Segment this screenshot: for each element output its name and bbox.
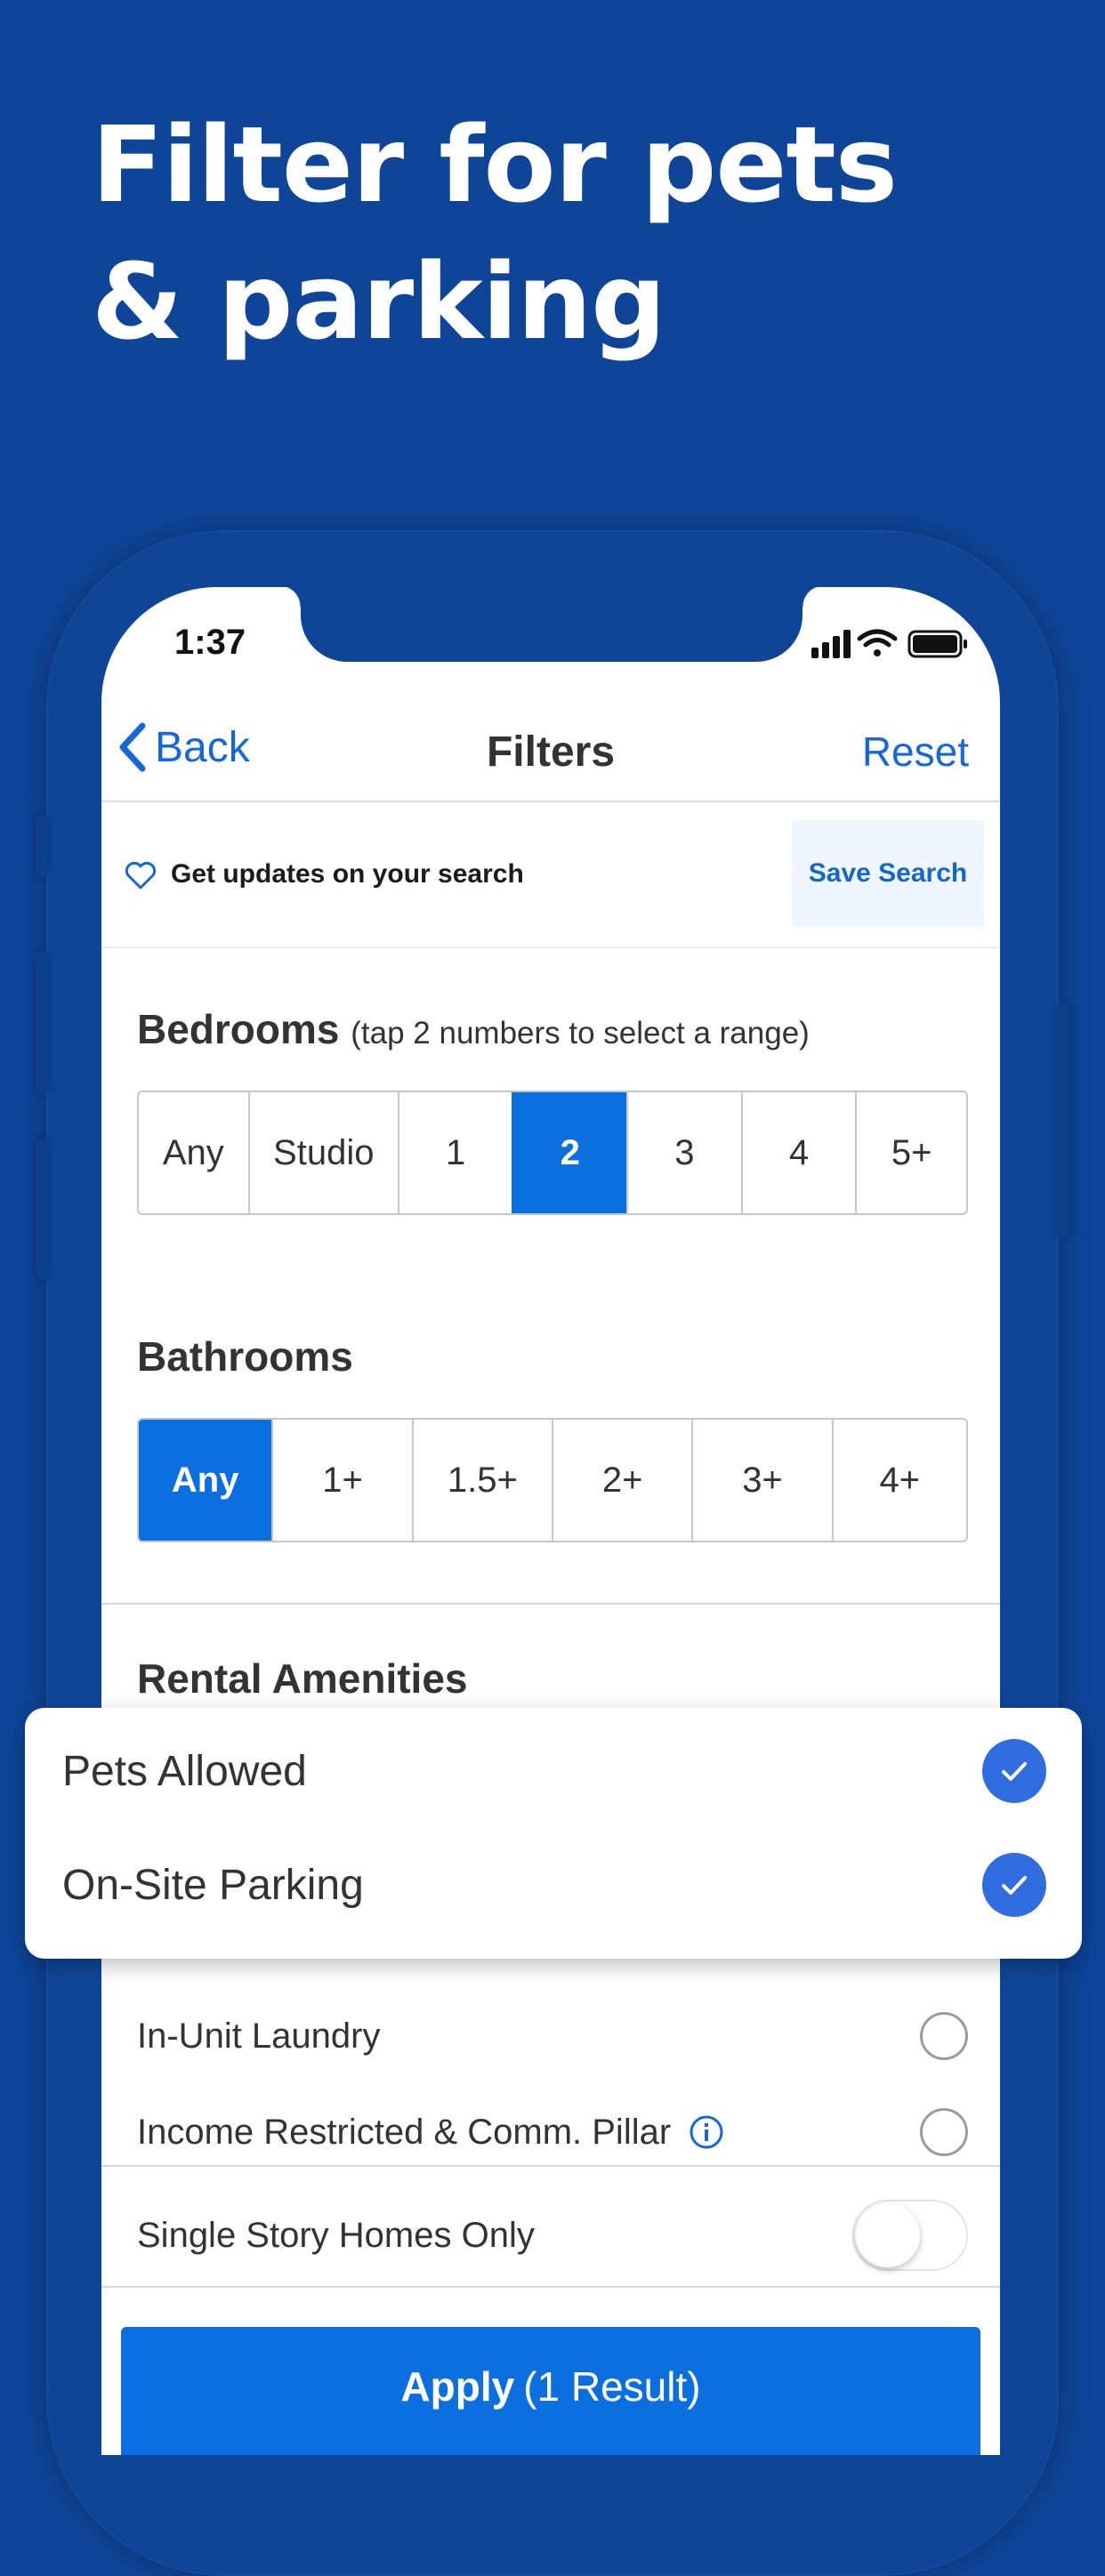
- bathrooms-option-any[interactable]: Any: [139, 1420, 272, 1541]
- bathrooms-option-3plus[interactable]: 3+: [691, 1420, 831, 1541]
- status-time: 1:37: [174, 623, 246, 662]
- apply-result-count: (1 Result): [523, 2363, 701, 2410]
- highlighted-amenities-card: Pets Allowed On-Site Parking: [25, 1708, 1082, 1959]
- amenity-checkbox-pets[interactable]: [982, 1739, 1046, 1803]
- phone-screen: 1:37 Back Filters Reset Get updates on y…: [101, 587, 1000, 2455]
- reset-button[interactable]: Reset: [862, 728, 969, 776]
- save-search-bar: Get updates on your search Save Search: [101, 802, 1000, 948]
- section-divider: [101, 1603, 1000, 1605]
- amenity-row-laundry[interactable]: In-Unit Laundry: [137, 1996, 968, 2076]
- apply-button[interactable]: Apply (1 Result): [121, 2327, 980, 2455]
- amenity-label-wrap: Income Restricted & Comm. Pillar: [137, 2113, 724, 2153]
- amenity-label-parking: On-Site Parking: [62, 1861, 364, 1909]
- bathrooms-option-2plus[interactable]: 2+: [552, 1420, 691, 1541]
- apply-label: Apply: [400, 2363, 515, 2410]
- amenity-label-pets: Pets Allowed: [62, 1747, 307, 1795]
- save-search-text: Get updates on your search: [171, 859, 524, 889]
- section-divider: [101, 2165, 1000, 2167]
- check-icon: [1002, 1876, 1027, 1895]
- amenity-row-pets[interactable]: Pets Allowed: [62, 1731, 1046, 1811]
- bathrooms-option-1plus[interactable]: 1+: [271, 1420, 411, 1541]
- phone-volume-up: [36, 952, 48, 1094]
- bedrooms-selector: Any Studio 1 2 3 4 5+: [137, 1091, 968, 1215]
- headline-line-2: & parking: [92, 240, 666, 363]
- battery-icon: [907, 630, 967, 658]
- bedrooms-option-2[interactable]: 2: [512, 1092, 627, 1213]
- save-search-button[interactable]: Save Search: [792, 820, 984, 927]
- amenity-row-parking[interactable]: On-Site Parking: [62, 1845, 1046, 1925]
- bedrooms-title: Bedrooms (tap 2 numbers to select a rang…: [137, 1005, 810, 1053]
- info-icon[interactable]: [689, 2114, 724, 2150]
- signal-icon: [811, 630, 851, 658]
- heart-icon: [125, 861, 157, 890]
- bedrooms-option-studio[interactable]: Studio: [247, 1092, 398, 1213]
- toggle-knob: [856, 2203, 920, 2267]
- bathrooms-option-4plus[interactable]: 4+: [831, 1420, 966, 1541]
- bathrooms-title: Bathrooms: [137, 1333, 353, 1380]
- amenity-checkbox-parking[interactable]: [982, 1853, 1046, 1917]
- section-divider: [101, 2286, 1000, 2288]
- bedrooms-option-1[interactable]: 1: [397, 1092, 512, 1213]
- bedrooms-label: Bedrooms: [137, 1006, 340, 1052]
- status-icons: [811, 626, 972, 662]
- nav-bar: Back Filters Reset: [101, 694, 1000, 802]
- bedrooms-hint: (tap 2 numbers to select a range): [351, 1016, 810, 1051]
- single-story-label: Single Story Homes Only: [137, 2215, 535, 2255]
- amenity-checkbox-laundry[interactable]: [920, 2012, 968, 2060]
- amenity-label-income-restricted: Income Restricted & Comm. Pillar: [137, 2112, 672, 2152]
- amenity-label-laundry: In-Unit Laundry: [137, 2016, 381, 2056]
- check-icon: [1002, 1762, 1027, 1781]
- wifi-icon: [857, 629, 898, 656]
- phone-power-button: [1057, 1005, 1069, 1236]
- single-story-row[interactable]: Single Story Homes Only: [137, 2195, 968, 2275]
- bathrooms-selector: Any 1+ 1.5+ 2+ 3+ 4+: [137, 1418, 968, 1542]
- phone-volume-down: [36, 1139, 48, 1281]
- bedrooms-option-any[interactable]: Any: [139, 1092, 248, 1213]
- phone-notch: [279, 587, 824, 662]
- bedrooms-option-3[interactable]: 3: [626, 1092, 741, 1213]
- amenity-checkbox-income-restricted[interactable]: [920, 2108, 968, 2156]
- bedrooms-option-4[interactable]: 4: [740, 1092, 856, 1213]
- bedrooms-option-5plus[interactable]: 5+: [855, 1092, 966, 1213]
- phone-side-button: [36, 814, 48, 876]
- amenity-row-income-restricted[interactable]: Income Restricted & Comm. Pillar: [137, 2092, 968, 2172]
- single-story-toggle[interactable]: [852, 2200, 968, 2271]
- bathrooms-option-1-5plus[interactable]: 1.5+: [411, 1420, 552, 1541]
- amenities-title: Rental Amenities: [137, 1655, 468, 1702]
- headline-line-1: Filter for pets: [92, 103, 898, 226]
- promo-headline: Filter for pets & parking: [92, 96, 1070, 370]
